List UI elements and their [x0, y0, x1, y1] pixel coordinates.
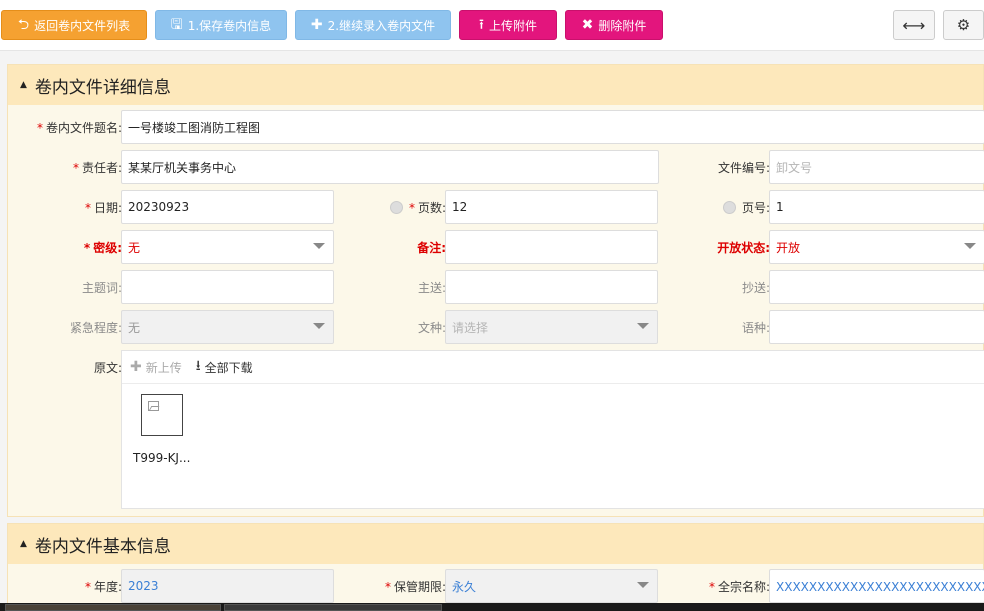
send-to-field[interactable]	[445, 270, 658, 304]
urgency-select[interactable]: 无	[121, 310, 334, 344]
basic-info-panel: ▲ 卷内文件基本信息 * 年度: 2023 * 保管期限: 永久 * 全宗名称: XXX…	[7, 523, 984, 611]
responsible-field[interactable]: 某某厅机关事务中心	[121, 150, 659, 184]
keywords-field[interactable]	[121, 270, 334, 304]
original-files-toolbar: ✚ 新上传 ⭳ 全部下载	[122, 351, 984, 384]
upload-attachment-label: 上传附件	[488, 18, 537, 33]
fonds-name-field[interactable]: XXXXXXXXXXXXXXXXXXXXXXXXXXXXX厅	[769, 569, 984, 603]
cc-label: 抄送:	[741, 281, 770, 295]
settings-button[interactable]: ⚙	[943, 10, 984, 40]
page-number-radio[interactable]	[722, 201, 736, 214]
image-placeholder-icon	[148, 401, 159, 411]
keywords-label: 主题词:	[81, 281, 122, 295]
doc-type-select[interactable]: 请选择	[445, 310, 658, 344]
back-to-list-button[interactable]: ⮌ 返回卷内文件列表	[1, 10, 147, 40]
gear-icon: ⚙	[956, 16, 971, 34]
back-to-list-label: 返回卷内文件列表	[34, 18, 131, 33]
detail-panel-header[interactable]: ▲ 卷内文件详细信息	[8, 65, 983, 105]
back-arrow-icon: ⮌	[17, 17, 30, 33]
new-upload-button[interactable]: ✚ 新上传	[130, 359, 182, 376]
title-field[interactable]: 一号楼竣工图消防工程图	[121, 110, 984, 144]
delete-attachment-label: 删除附件	[598, 18, 647, 33]
floppy-disk-icon: 🖫	[170, 17, 183, 33]
urgency-label: 紧急程度:	[69, 321, 122, 335]
doc-number-label: 文件编号:	[717, 161, 770, 175]
plus-icon: ✚	[130, 359, 142, 375]
retention-label: * 保管期限:	[384, 580, 446, 594]
detail-panel-title: 卷内文件详细信息	[34, 77, 171, 98]
basic-info-panel-title: 卷内文件基本信息	[34, 536, 171, 557]
expand-width-button[interactable]: ⟷	[893, 10, 935, 40]
language-label: 语种:	[741, 321, 770, 335]
doc-type-label: 文种:	[417, 321, 446, 335]
taskbar-item[interactable]	[224, 604, 442, 611]
close-icon: ✖	[581, 17, 594, 33]
title-label: * 卷内文件题名:	[36, 121, 122, 135]
download-all-button[interactable]: ⭳ 全部下载	[196, 355, 253, 379]
page-count-label: * 页数:	[389, 199, 446, 216]
basic-info-panel-header[interactable]: ▲ 卷内文件基本信息	[8, 524, 983, 564]
taskbar-item[interactable]	[5, 604, 221, 611]
continue-entry-button[interactable]: ✚ 2.继续录入卷内文件	[295, 10, 451, 40]
original-label: 原文:	[93, 361, 122, 375]
date-field[interactable]: 20230923	[121, 190, 334, 224]
remark-label: 备注:	[417, 241, 446, 255]
language-field[interactable]	[769, 310, 984, 344]
year-field[interactable]: 2023	[121, 569, 334, 603]
app-root: ⮌ 返回卷内文件列表 🖫 1.保存卷内信息 ✚ 2.继续录入卷内文件 ⭱ 上传附件 ✖ 删…	[0, 0, 984, 611]
file-thumbnail[interactable]	[141, 394, 183, 436]
upload-attachment-button[interactable]: ⭱ 上传附件	[459, 10, 557, 40]
save-label: 1.保存卷内信息	[187, 18, 272, 33]
open-status-label: 开放状态:	[717, 241, 770, 255]
page-count-field[interactable]: 12	[445, 190, 658, 224]
toolbar: ⮌ 返回卷内文件列表 🖫 1.保存卷内信息 ✚ 2.继续录入卷内文件 ⭱ 上传附件 ✖ 删…	[0, 0, 984, 51]
download-icon: ⭳	[195, 358, 201, 374]
plus-icon: ✚	[310, 17, 323, 33]
collapse-caret-icon: ▲	[20, 539, 27, 549]
year-label: * 年度:	[84, 580, 122, 594]
open-status-select[interactable]: 开放	[769, 230, 984, 264]
original-files-box: ✚ 新上传 ⭳ 全部下载 T999-KJ...	[121, 350, 984, 509]
file-name[interactable]: T999-KJ...	[133, 451, 190, 465]
chevron-down-icon	[964, 243, 976, 249]
date-label: * 日期:	[84, 201, 122, 215]
security-level-label: * 密级:	[83, 241, 122, 255]
page-number-field[interactable]: 1	[769, 190, 984, 224]
remark-field[interactable]	[445, 230, 658, 264]
page-number-label: 页号:	[722, 199, 770, 216]
doc-number-field[interactable]: 卸文号	[769, 150, 984, 184]
chevron-down-icon	[313, 243, 325, 249]
continue-entry-label: 2.继续录入卷内文件	[327, 18, 436, 33]
chevron-down-icon	[313, 323, 325, 329]
page-count-radio[interactable]	[389, 201, 403, 214]
taskbar	[0, 603, 984, 611]
delete-attachment-button[interactable]: ✖ 删除附件	[565, 10, 663, 40]
chevron-down-icon	[637, 582, 649, 588]
security-level-select[interactable]: 无	[121, 230, 334, 264]
horizontal-arrows-icon: ⟷	[902, 15, 926, 35]
save-button[interactable]: 🖫 1.保存卷内信息	[155, 10, 287, 40]
cc-field[interactable]	[769, 270, 984, 304]
send-to-label: 主送:	[417, 281, 446, 295]
responsible-label: * 责任者:	[72, 161, 122, 175]
chevron-down-icon	[637, 323, 649, 329]
retention-select[interactable]: 永久	[445, 569, 658, 603]
fonds-name-label: * 全宗名称:	[708, 580, 770, 594]
detail-panel: ▲ 卷内文件详细信息 * 卷内文件题名: 一号楼竣工图消防工程图 * 责任者: 某某厅…	[7, 64, 984, 517]
upload-icon: ⭱	[479, 17, 484, 33]
collapse-caret-icon: ▲	[20, 80, 27, 90]
